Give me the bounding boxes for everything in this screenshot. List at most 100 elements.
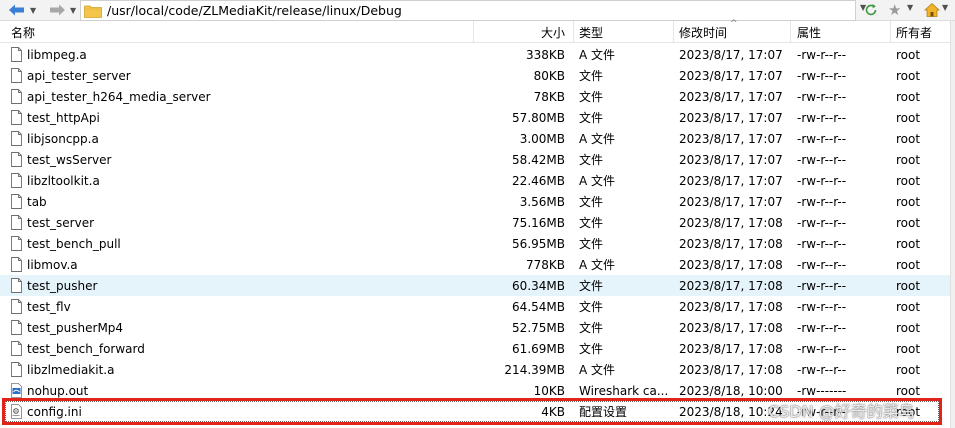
file-permissions: -rw-r--r--: [797, 152, 847, 167]
file-row[interactable]: libmpeg.a 338KB A 文件 2023/8/17, 17:07 -rw-r-…: [0, 44, 950, 65]
wireshark-file-icon: [11, 380, 23, 401]
file-name: config.ini: [27, 404, 82, 419]
back-arrow-icon[interactable]: [8, 0, 28, 20]
column-divider[interactable]: [790, 21, 791, 43]
file-type: A 文件: [579, 48, 616, 62]
file-modified: 2023/8/17, 17:07: [679, 152, 783, 167]
column-divider[interactable]: [673, 21, 674, 43]
file-icon: [11, 65, 23, 86]
more-dropdown-icon[interactable]: ▼: [942, 3, 948, 12]
home-icon[interactable]: [923, 2, 941, 18]
file-size: 22.46MB: [512, 173, 565, 188]
forward-arrow-icon[interactable]: [48, 0, 68, 20]
file-type: 文件: [579, 279, 604, 293]
file-modified: 2023/8/17, 17:08: [679, 320, 783, 335]
file-size: 52.75MB: [512, 320, 565, 335]
file-owner: root: [896, 152, 921, 167]
file-modified: 2023/8/17, 17:07: [679, 173, 783, 188]
file-row[interactable]: test_pusherMp4 52.75MB 文件 2023/8/17, 17:08-…: [0, 317, 950, 338]
column-divider[interactable]: [890, 21, 891, 43]
file-owner: root: [896, 278, 921, 293]
file-owner: root: [896, 362, 921, 377]
file-type: 文件: [579, 195, 604, 209]
column-divider[interactable]: [573, 21, 574, 43]
file-modified: 2023/8/17, 17:08: [679, 278, 783, 293]
file-permissions: -rw-r--r--: [797, 47, 847, 62]
file-permissions: -rw-r--r--: [797, 110, 847, 125]
file-permissions: -rw-r--r--: [797, 257, 847, 272]
star-icon[interactable]: ★: [888, 1, 901, 19]
file-owner: root: [896, 89, 921, 104]
file-type: A 文件: [579, 174, 616, 188]
vertical-scrollbar[interactable]: [950, 21, 955, 428]
file-owner: root: [896, 215, 921, 230]
file-modified: 2023/8/17, 17:08: [679, 299, 783, 314]
file-owner: root: [896, 341, 921, 356]
file-owner: root: [896, 404, 921, 419]
file-modified: 2023/8/17, 17:08: [679, 362, 783, 377]
file-type: 文件: [579, 111, 604, 125]
file-icon: [11, 338, 23, 359]
file-row[interactable]: libzlmediakit.a 214.39MB A 文件 2023/8/17, 17…: [0, 359, 950, 380]
file-type: 文件: [579, 90, 604, 104]
file-modified: 2023/8/17, 17:07: [679, 194, 783, 209]
file-type: Wireshark ca...: [579, 383, 669, 398]
file-row[interactable]: test_bench_pull 56.95MB 文件 2023/8/17, 17:08…: [0, 233, 950, 254]
file-row[interactable]: api_tester_server 80KB 文件 2023/8/17, 17:07-…: [0, 65, 950, 86]
file-row[interactable]: config.ini 4KB 配置设置 2023/8/18, 10:24 -rw-r--…: [0, 401, 950, 422]
file-row[interactable]: libjsoncpp.a 3.00MB A 文件 2023/8/17, 17:07 -r…: [0, 128, 950, 149]
file-icon: [11, 191, 23, 212]
file-type: A 文件: [579, 132, 616, 146]
file-size: 58.42MB: [512, 152, 565, 167]
file-size: 64.54MB: [512, 299, 565, 314]
column-permissions[interactable]: 属性: [797, 21, 821, 43]
file-size: 10KB: [533, 383, 565, 398]
file-permissions: -rw-r--r--: [797, 194, 847, 209]
bookmark-dropdown-icon[interactable]: ▼: [907, 3, 913, 12]
file-type: 文件: [579, 237, 604, 251]
file-name: test_server: [27, 215, 95, 230]
column-type[interactable]: 类型: [579, 21, 603, 43]
file-row[interactable]: test_wsServer 58.42MB 文件 2023/8/17, 17:07 -r…: [0, 149, 950, 170]
file-modified: 2023/8/18, 10:24: [679, 404, 783, 419]
column-owner[interactable]: 所有者: [896, 21, 932, 43]
file-name: libzlmediakit.a: [27, 362, 115, 377]
file-row[interactable]: test_pusher 60.34MB 文件 2023/8/17, 17:08 -rw-…: [0, 275, 950, 296]
refresh-icon[interactable]: [864, 3, 878, 17]
back-history-dropdown-icon[interactable]: ▼: [30, 0, 40, 20]
file-row[interactable]: test_httpApi 57.80MB 文件 2023/8/17, 17:07 -rw…: [0, 107, 950, 128]
file-row[interactable]: libzltoolkit.a 22.46MB A 文件 2023/8/17, 17:0…: [0, 170, 950, 191]
file-permissions: -rw-r--r--: [797, 320, 847, 335]
file-icon: [11, 44, 23, 65]
address-bar[interactable]: /usr/local/code/ZLMediaKit/release/linux…: [80, 0, 856, 21]
file-row[interactable]: test_flv 64.54MB 文件 2023/8/17, 17:08 -rw-r--…: [0, 296, 950, 317]
address-path[interactable]: /usr/local/code/ZLMediaKit/release/linux…: [107, 3, 402, 18]
file-size: 75.16MB: [512, 215, 565, 230]
file-owner: root: [896, 131, 921, 146]
file-name: libzltoolkit.a: [27, 173, 100, 188]
file-icon: [11, 359, 23, 380]
file-row[interactable]: test_bench_forward 61.69MB 文件 2023/8/17, 17…: [0, 338, 950, 359]
file-name: libjsoncpp.a: [27, 131, 99, 146]
file-row[interactable]: tab 3.56MB 文件 2023/8/17, 17:07 -rw-r--r-- roo…: [0, 191, 950, 212]
file-row[interactable]: libmov.a 778KB A 文件 2023/8/17, 17:08 -rw-r--…: [0, 254, 950, 275]
column-name[interactable]: 名称: [11, 21, 35, 43]
forward-history-dropdown-icon[interactable]: ▼: [70, 0, 80, 20]
file-row[interactable]: test_server 75.16MB 文件 2023/8/17, 17:08 -rw-…: [0, 212, 950, 233]
file-icon: [11, 296, 23, 317]
file-type: 配置设置: [579, 405, 628, 419]
column-size[interactable]: 大小: [475, 21, 565, 43]
file-name: test_bench_forward: [27, 341, 145, 356]
file-modified: 2023/8/17, 17:07: [679, 68, 783, 83]
file-name: libmpeg.a: [27, 47, 87, 62]
file-type: 文件: [579, 342, 604, 356]
file-owner: root: [896, 236, 921, 251]
file-size: 214.39MB: [504, 362, 565, 377]
column-divider[interactable]: [473, 21, 474, 43]
file-row[interactable]: nohup.out 10KB Wireshark ca... 2023/8/18, 1…: [0, 380, 950, 401]
file-size: 4KB: [541, 404, 565, 419]
file-name: nohup.out: [27, 383, 89, 398]
file-row[interactable]: api_tester_h264_media_server 78KB 文件 2023/8…: [0, 86, 950, 107]
column-modified[interactable]: 修改时间: [679, 21, 727, 43]
file-icon: [11, 275, 23, 296]
